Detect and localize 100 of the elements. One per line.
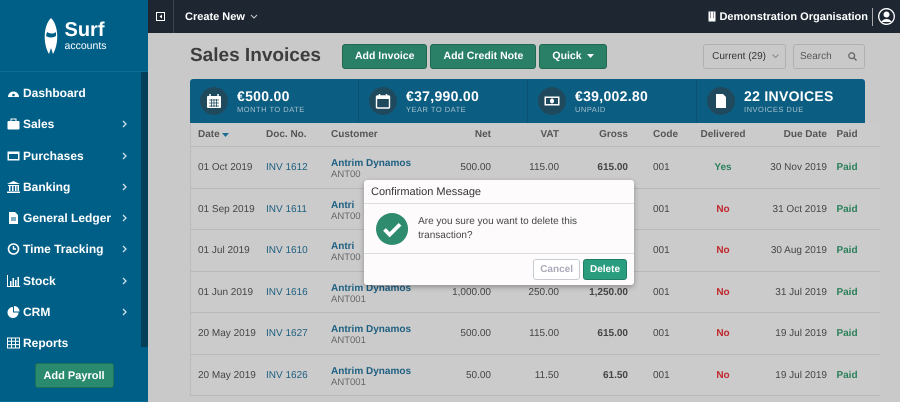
doc-number-link[interactable]: INV 1610 <box>266 245 331 256</box>
paid-status: Paid <box>835 162 859 173</box>
column-header[interactable]: Date <box>191 129 266 140</box>
sidebar-item[interactable]: Purchases <box>0 140 141 172</box>
delivered-status: No <box>715 245 731 256</box>
date-cell-text: 01 Jul 2019 <box>197 245 251 256</box>
customer-code: ANT001 <box>331 376 366 388</box>
card-icon <box>7 150 20 162</box>
search-field[interactable]: Search <box>793 44 865 68</box>
customer-link[interactable]: Antri <box>331 241 354 252</box>
action-button[interactable]: Quick <box>539 44 607 68</box>
customer-link[interactable]: Antrim Dynamos <box>331 282 412 294</box>
code-cell-text: 001 <box>652 162 671 173</box>
column-header[interactable]: Due Date <box>749 129 827 140</box>
net-cell: 1,000.00 <box>452 286 491 298</box>
doc-number-link[interactable]: INV 1626 <box>266 370 331 380</box>
net-cell: 50.00 <box>466 370 491 380</box>
stat-value: 22 INVOICES <box>744 88 834 105</box>
paid-status: Paid <box>835 370 859 380</box>
organisation-menu[interactable]: Demonstration Organisation <box>704 10 872 22</box>
due-date-cell-text: 30 Aug 2019 <box>770 245 827 256</box>
date-cell-text: 20 May 2019 <box>197 328 257 339</box>
sidebar-item[interactable]: Sales <box>0 108 141 140</box>
customer-code: ANT00 <box>331 252 361 263</box>
building-icon <box>708 11 716 22</box>
sidebar-item[interactable]: Stock <box>0 265 141 296</box>
net-cell: 500.00 <box>460 162 491 173</box>
dialog-title: Confirmation Message <box>364 180 634 204</box>
sidebar-item[interactable]: Reports <box>0 328 141 359</box>
vat-cell: 115.00 <box>529 328 559 339</box>
action-button[interactable]: Add Credit Note <box>430 44 536 68</box>
code-cell-text: 001 <box>652 286 671 298</box>
sidebar-item[interactable]: General Ledger <box>0 202 141 234</box>
customer-code: ANT00 <box>331 210 361 222</box>
briefcase-icon <box>7 118 20 130</box>
customer-code: ANT001 <box>331 335 366 346</box>
due-date-cell-text: 19 Jul 2019 <box>774 370 827 380</box>
create-new-menu[interactable]: Create New <box>174 10 269 22</box>
column-header[interactable]: Paid <box>827 129 867 140</box>
stat-value: €37,990.00 <box>406 88 480 105</box>
clock-icon <box>7 243 20 256</box>
caret-icon <box>586 54 594 58</box>
doc-number-link[interactable]: INV 1616 <box>266 286 331 298</box>
add-payroll-button[interactable]: Add Payroll <box>34 363 114 388</box>
date-cell-text: 01 Sep 2019 <box>197 204 256 214</box>
logo-tagline: accounts <box>64 40 107 52</box>
vat-cell: 11.50 <box>534 370 559 380</box>
filter-dropdown[interactable]: Current (29) <box>703 44 786 68</box>
due-date-cell-text: 31 Jul 2019 <box>774 286 827 298</box>
date-cell-text: 01 Oct 2019 <box>197 162 254 173</box>
column-header[interactable]: Delivered <box>697 129 749 140</box>
delivered-status: Yes <box>713 162 733 173</box>
due-date-cell-text: 30 Nov 2019 <box>769 162 827 173</box>
column-header[interactable]: VAT <box>491 129 559 140</box>
logo-name: Surf <box>64 20 106 40</box>
paid-status: Paid <box>835 204 859 214</box>
customer-link[interactable]: Antrim Dynamos <box>331 158 412 169</box>
customer-link[interactable]: Antrim Dynamos <box>331 324 412 335</box>
column-header[interactable]: Net <box>441 129 491 140</box>
scrollbar[interactable] <box>141 72 148 348</box>
sidebar-item[interactable]: Time Tracking <box>0 234 141 266</box>
column-header[interactable]: Customer <box>331 129 441 140</box>
column-header[interactable]: Doc. No. <box>266 129 331 140</box>
sidebar-item[interactable]: Dashboard <box>0 77 141 109</box>
file-icon <box>7 212 20 224</box>
customer-code: ANT001 <box>331 294 366 304</box>
sidebar-item[interactable]: CRM <box>0 296 141 328</box>
caret-icon <box>772 54 779 58</box>
customer-code: ANT00 <box>331 169 361 180</box>
column-header[interactable]: Code <box>628 129 697 140</box>
calendar-grid-icon <box>200 87 228 115</box>
doc-number-link[interactable]: INV 1627 <box>266 328 331 339</box>
table-icon <box>7 337 20 350</box>
gross-cell: 615.00 <box>597 162 628 173</box>
vat-cell: 115.00 <box>529 162 559 173</box>
customer-link[interactable]: Antri <box>331 200 354 210</box>
delete-button[interactable]: Delete <box>582 259 627 280</box>
doc-number-link[interactable]: INV 1612 <box>266 162 331 173</box>
pie-icon <box>7 306 20 318</box>
user-icon <box>878 8 895 25</box>
sidebar-item[interactable]: Banking <box>0 171 141 203</box>
code-cell-text: 001 <box>652 370 671 380</box>
gross-cell: 615.00 <box>597 328 628 339</box>
vat-cell: 250.00 <box>528 286 559 298</box>
calendar-icon <box>369 87 397 115</box>
customer-link[interactable]: Antrim Dynamos <box>331 366 412 376</box>
delivered-status: No <box>715 370 731 380</box>
date-cell-text: 01 Jun 2019 <box>197 286 254 298</box>
due-date-cell-text: 19 Jul 2019 <box>774 328 827 339</box>
stat-value: €39,002.80 <box>575 88 648 105</box>
delivered-status: No <box>715 328 731 339</box>
collapse-icon <box>156 12 165 21</box>
paid-status: Paid <box>835 328 859 339</box>
dialog-message: Are you sure you want to delete this transaction? <box>418 214 578 242</box>
caret-icon <box>250 14 258 19</box>
check-circle-icon <box>376 212 408 246</box>
doc-number-link[interactable]: INV 1611 <box>266 204 331 214</box>
money-icon <box>538 87 566 115</box>
action-button[interactable]: Add Invoice <box>342 44 428 68</box>
column-header[interactable]: Gross <box>559 129 628 140</box>
